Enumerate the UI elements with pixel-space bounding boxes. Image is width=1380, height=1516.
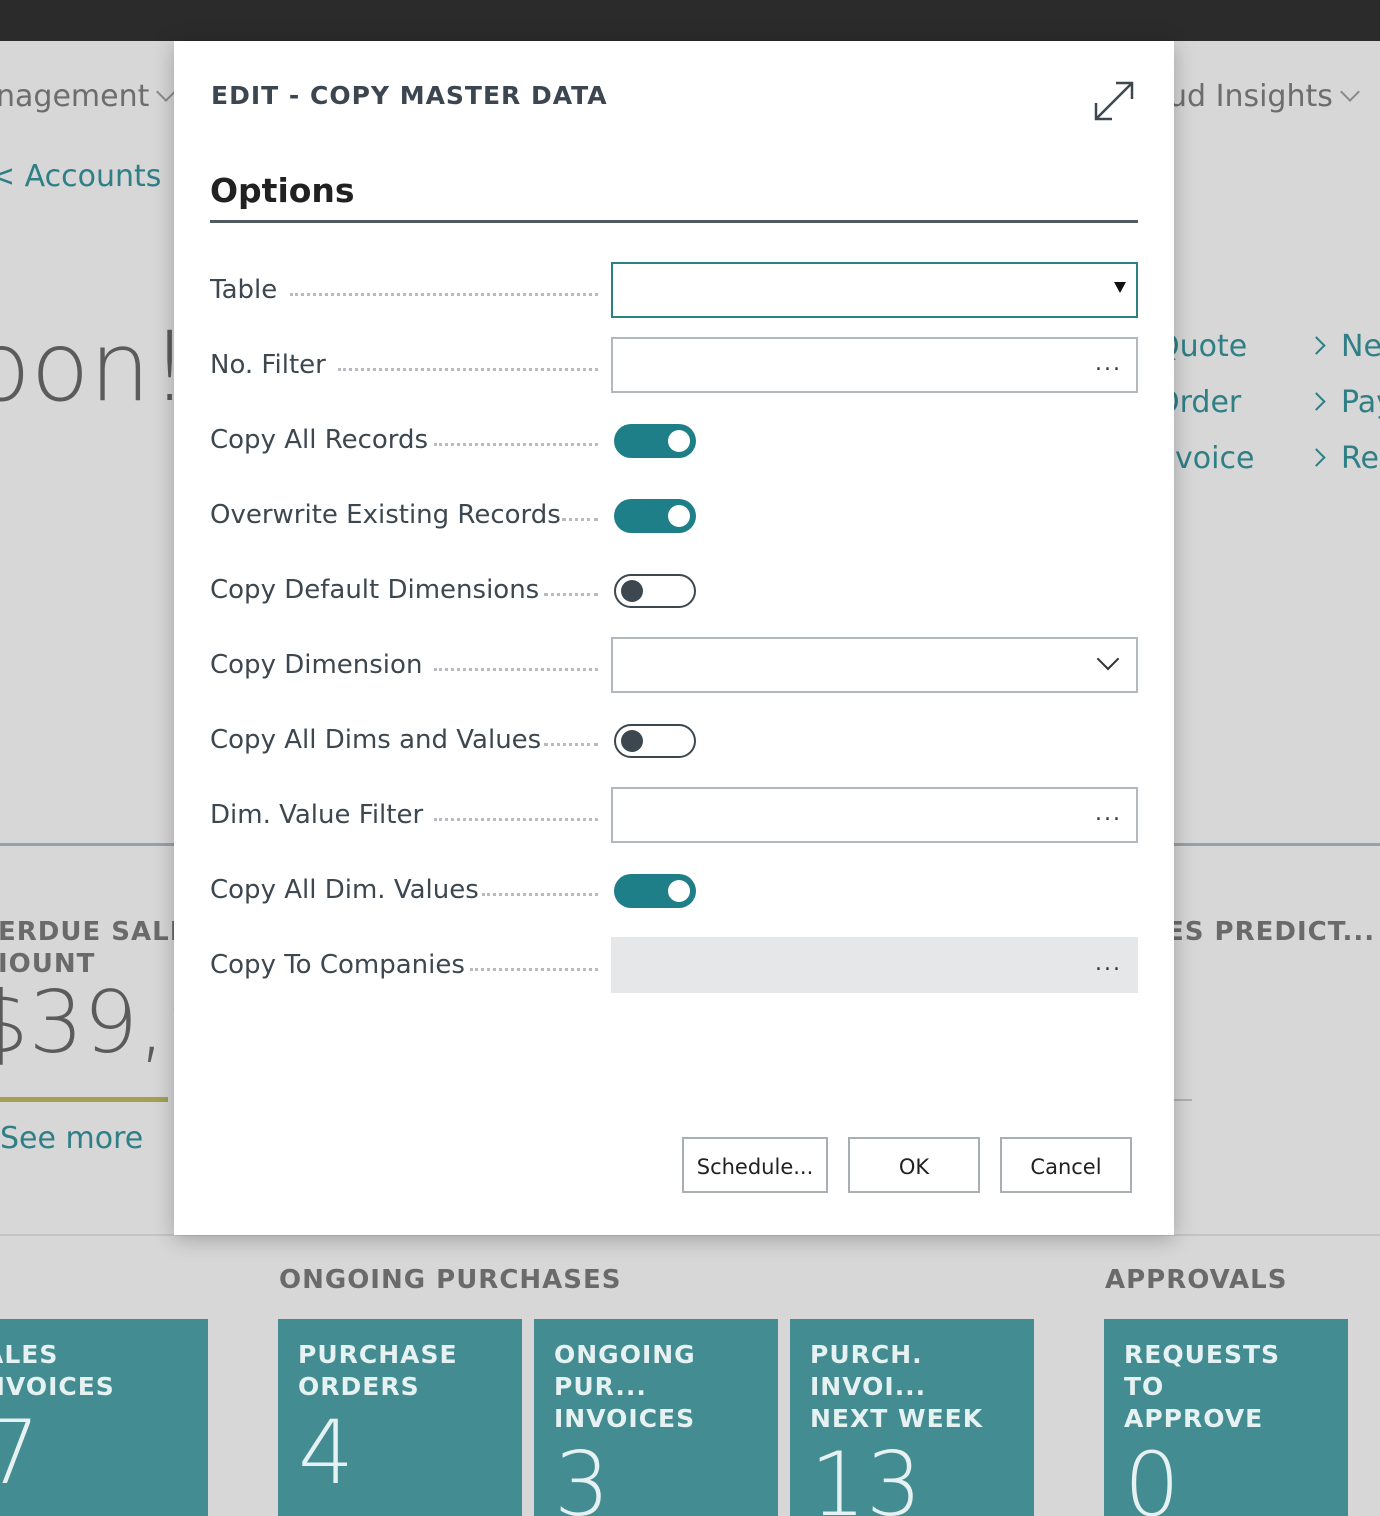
- nav-menu-management[interactable]: nagement: [0, 79, 177, 114]
- schedule-button[interactable]: Schedule...: [682, 1137, 828, 1193]
- approvals-heading: APPROVALS: [1105, 1265, 1288, 1295]
- tile-sales-invoices[interactable]: ALES NVOICES 7: [0, 1319, 208, 1516]
- table-select[interactable]: [611, 262, 1138, 318]
- copy-dimension-select[interactable]: [611, 637, 1138, 693]
- section-underline: [210, 220, 1138, 223]
- sales-predict-label: ES PREDICT...: [1166, 917, 1376, 947]
- nav-menu-insights[interactable]: ud Insights: [1168, 79, 1360, 114]
- no-filter-input[interactable]: ...: [611, 337, 1138, 393]
- overwrite-existing-records-toggle[interactable]: [614, 499, 696, 533]
- copy-to-companies-input[interactable]: ...: [611, 937, 1138, 993]
- copy-all-records-label: Copy All Records: [210, 425, 429, 455]
- chevron-right-icon: [1307, 392, 1326, 411]
- ellipsis-lookup-icon[interactable]: ...: [1095, 801, 1122, 826]
- cancel-button[interactable]: Cancel: [1000, 1137, 1132, 1193]
- chevron-right-icon: [1307, 448, 1326, 467]
- leader-dots: [434, 442, 598, 446]
- copy-all-dims-and-values-label: Copy All Dims and Values: [210, 725, 542, 755]
- action-report[interactable]: Rep: [1307, 441, 1380, 476]
- row-copy-to-companies: Copy To Companies ...: [210, 937, 1138, 993]
- tile-purch-invoices-next-week[interactable]: PURCH. INVOI... NEXT WEEK 13: [790, 1319, 1034, 1516]
- expand-icon[interactable]: [1090, 77, 1138, 125]
- overwrite-existing-records-label: Overwrite Existing Records: [210, 500, 561, 530]
- leader-dots: [544, 592, 598, 596]
- ok-button[interactable]: OK: [848, 1137, 980, 1193]
- greeting-text: oon!: [0, 311, 189, 423]
- toggle-knob: [621, 580, 643, 602]
- options-section-title: Options: [210, 171, 355, 210]
- table-label: Table: [210, 275, 278, 305]
- copy-all-dim-values-toggle[interactable]: [614, 874, 696, 908]
- leader-dots: [482, 892, 598, 896]
- leader-dots: [544, 742, 598, 746]
- top-bar: [0, 0, 1380, 41]
- copy-all-records-toggle[interactable]: [614, 424, 696, 458]
- accounts-link[interactable]: < Accounts: [0, 159, 161, 194]
- copy-default-dimensions-toggle[interactable]: [614, 574, 696, 608]
- divider: [0, 843, 180, 846]
- row-copy-default-dimensions: Copy Default Dimensions: [210, 562, 1138, 618]
- row-table: Table: [210, 262, 1138, 318]
- row-copy-dimension: Copy Dimension: [210, 637, 1138, 693]
- leader-dots: [434, 667, 598, 671]
- copy-all-dims-and-values-toggle[interactable]: [614, 724, 696, 758]
- ellipsis-lookup-icon[interactable]: ...: [1095, 351, 1122, 376]
- leader-dots: [470, 967, 598, 971]
- leader-dots: [562, 517, 598, 521]
- row-copy-all-dim-values: Copy All Dim. Values: [210, 862, 1138, 918]
- leader-dots: [338, 367, 598, 371]
- copy-master-data-dialog: EDIT - COPY MASTER DATA Options Table No…: [174, 41, 1174, 1235]
- toggle-knob: [668, 430, 690, 452]
- dialog-title: EDIT - COPY MASTER DATA: [211, 81, 608, 110]
- row-overwrite-existing-records: Overwrite Existing Records: [210, 487, 1138, 543]
- chevron-right-icon: [1307, 336, 1326, 355]
- row-no-filter: No. Filter ...: [210, 337, 1138, 393]
- tile-requests-to-approve[interactable]: REQUESTS TO APPROVE 0: [1104, 1319, 1348, 1516]
- chevron-down-icon: [1096, 647, 1120, 671]
- toggle-knob: [668, 505, 690, 527]
- progress-bar: [0, 1097, 168, 1102]
- action-new[interactable]: Ne: [1307, 329, 1380, 364]
- action-payment[interactable]: Pay: [1307, 385, 1380, 420]
- tile-purchase-orders[interactable]: PURCHASE ORDERS 4: [278, 1319, 522, 1516]
- ellipsis-lookup-icon[interactable]: ...: [1095, 951, 1122, 976]
- toggle-knob: [668, 880, 690, 902]
- copy-dimension-label: Copy Dimension: [210, 650, 423, 680]
- dim-value-filter-input[interactable]: ...: [611, 787, 1138, 843]
- copy-to-companies-label: Copy To Companies: [210, 950, 465, 980]
- row-copy-all-records: Copy All Records: [210, 412, 1138, 468]
- chevron-down-icon: [1339, 82, 1360, 102]
- leader-dots: [434, 817, 598, 821]
- toggle-knob: [621, 730, 643, 752]
- dim-value-filter-label: Dim. Value Filter: [210, 800, 424, 830]
- ongoing-purchases-heading: ONGOING PURCHASES: [279, 1265, 622, 1295]
- copy-all-dim-values-label: Copy All Dim. Values: [210, 875, 479, 905]
- no-filter-label: No. Filter: [210, 350, 326, 380]
- tile-ongoing-purchase-invoices[interactable]: ONGOING PUR... INVOICES 3: [534, 1319, 778, 1516]
- leader-dots: [290, 292, 598, 296]
- row-dim-value-filter: Dim. Value Filter ...: [210, 787, 1138, 843]
- see-more-link[interactable]: See more: [0, 1121, 143, 1156]
- row-copy-all-dims-and-values: Copy All Dims and Values: [210, 712, 1138, 768]
- copy-default-dimensions-label: Copy Default Dimensions: [210, 575, 540, 605]
- divider: [1170, 843, 1380, 846]
- dropdown-triangle-icon: [1114, 282, 1126, 293]
